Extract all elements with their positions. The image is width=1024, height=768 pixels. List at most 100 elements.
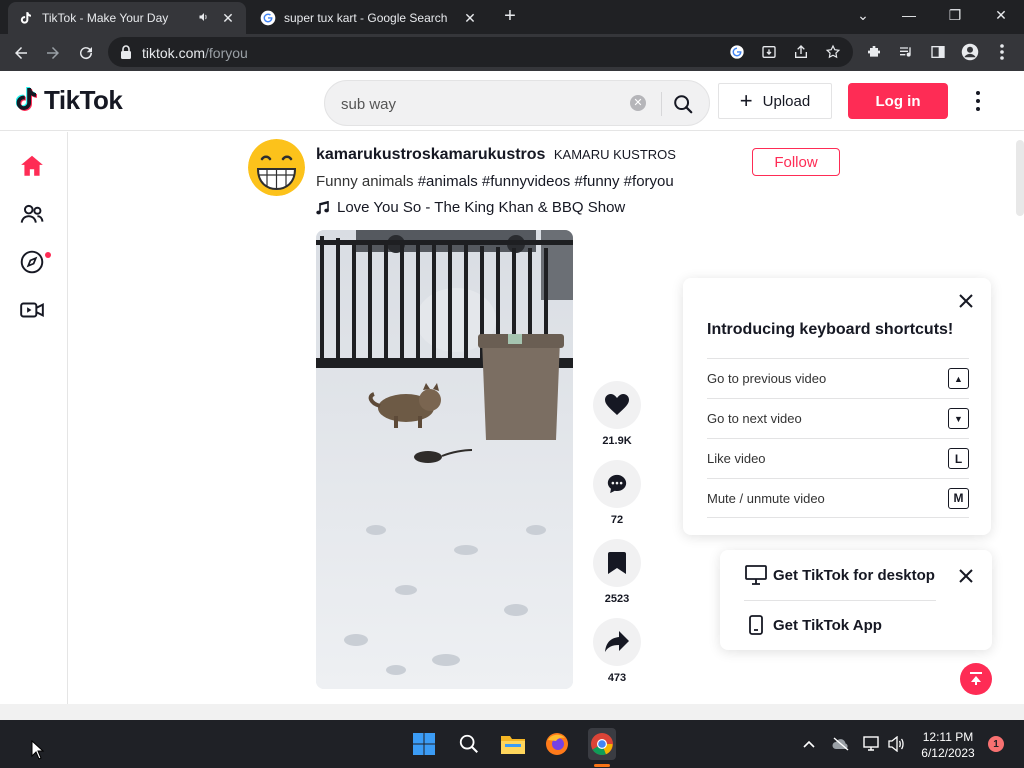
like-count: 21.9K bbox=[602, 435, 632, 447]
volume-icon[interactable] bbox=[886, 734, 906, 754]
save-action[interactable]: 2523 bbox=[593, 539, 641, 605]
tab-audio-icon[interactable] bbox=[198, 11, 210, 26]
firefox-icon[interactable] bbox=[543, 730, 571, 758]
notification-badge[interactable]: 1 bbox=[988, 736, 1004, 752]
tiktok-logo[interactable]: TikTok bbox=[16, 85, 123, 116]
username-link[interactable]: kamarukustroskamarukustros bbox=[316, 146, 545, 163]
home-icon[interactable] bbox=[18, 152, 46, 180]
caption-hashtags[interactable]: #animals #funnyvideos #funny #foryou bbox=[418, 173, 674, 190]
avatar[interactable] bbox=[248, 139, 305, 196]
search-divider bbox=[661, 92, 662, 116]
notification-dot bbox=[45, 252, 51, 258]
tab-google-search[interactable]: super tux kart - Google Search ✕ bbox=[250, 2, 488, 34]
share-icon[interactable] bbox=[792, 43, 810, 61]
tab-tiktok[interactable]: TikTok - Make Your Day ✕ bbox=[8, 2, 246, 34]
reload-icon[interactable] bbox=[73, 40, 99, 66]
shortcut-row: Mute / unmute video M bbox=[707, 478, 969, 518]
url-text: tiktok.com/foryou bbox=[142, 45, 248, 61]
forward-icon[interactable] bbox=[40, 40, 66, 66]
keyboard-shortcuts-popup: Introducing keyboard shortcuts! Go to pr… bbox=[683, 278, 991, 535]
tab-title: TikTok - Make Your Day bbox=[42, 11, 169, 25]
left-sidebar bbox=[0, 132, 68, 704]
divider bbox=[744, 600, 936, 601]
install-app-icon[interactable] bbox=[760, 43, 778, 61]
file-explorer-icon[interactable] bbox=[499, 730, 527, 758]
vertical-scrollbar[interactable] bbox=[1016, 140, 1024, 216]
google-favicon-icon bbox=[260, 10, 276, 26]
restore-button[interactable]: ❐ bbox=[932, 0, 978, 30]
clear-search-icon[interactable]: ✕ bbox=[630, 95, 646, 111]
show-hidden-icons-chevron-icon[interactable] bbox=[799, 734, 819, 754]
profile-icon[interactable] bbox=[960, 42, 980, 62]
arrow-up-icon bbox=[970, 672, 982, 685]
browser-menu-icon[interactable] bbox=[992, 42, 1012, 62]
like-action[interactable]: 21.9K bbox=[593, 381, 641, 447]
lock-icon[interactable] bbox=[120, 45, 132, 64]
more-options-icon[interactable] bbox=[968, 89, 988, 113]
shortcut-label: Go to previous video bbox=[707, 371, 827, 386]
close-icon[interactable] bbox=[957, 567, 975, 585]
shortcut-row: Like video L bbox=[707, 438, 969, 478]
horizontal-scrollbar[interactable] bbox=[0, 704, 1024, 720]
new-tab-button[interactable]: + bbox=[498, 4, 522, 28]
media-controls-icon[interactable] bbox=[896, 42, 916, 62]
close-window-button[interactable]: ✕ bbox=[978, 0, 1024, 30]
login-button[interactable]: Log in bbox=[848, 83, 948, 119]
get-desktop-link[interactable]: Get TikTok for desktop bbox=[744, 563, 935, 587]
phone-icon bbox=[744, 613, 768, 637]
plus-icon: + bbox=[739, 88, 753, 113]
chrome-icon[interactable] bbox=[588, 730, 616, 758]
tab-search-icon[interactable]: ⌄ bbox=[840, 0, 886, 30]
windows-start-icon[interactable] bbox=[410, 730, 438, 758]
video-player[interactable] bbox=[316, 230, 573, 689]
tiktok-wordmark: TikTok bbox=[44, 85, 123, 115]
shortcut-label: Go to next video bbox=[707, 411, 802, 426]
search-bar: ✕ bbox=[324, 80, 710, 126]
address-bar[interactable]: tiktok.com/foryou bbox=[108, 37, 853, 67]
caption-text: Funny animals bbox=[316, 173, 414, 190]
google-lens-icon[interactable] bbox=[728, 43, 746, 61]
system-clock[interactable]: 12:11 PM 6/12/2023 bbox=[916, 729, 980, 761]
side-panel-icon[interactable] bbox=[928, 42, 948, 62]
share-action[interactable]: 473 bbox=[593, 618, 641, 684]
shortcut-key: M bbox=[948, 487, 969, 509]
onedrive-offline-icon[interactable] bbox=[831, 734, 851, 754]
music-title: Love You So - The King Khan & BBQ Show bbox=[337, 199, 626, 216]
tab-title: super tux kart - Google Search bbox=[284, 11, 448, 25]
bookmark-icon[interactable] bbox=[593, 539, 641, 587]
live-video-icon[interactable] bbox=[18, 296, 46, 324]
get-app-panel: Get TikTok for desktop Get TikTok App bbox=[720, 550, 992, 650]
clock-date: 6/12/2023 bbox=[921, 746, 975, 760]
search-input[interactable] bbox=[341, 93, 611, 115]
scroll-to-top-button[interactable] bbox=[960, 663, 992, 695]
desktop-monitor-icon bbox=[744, 563, 768, 587]
tab-close-icon[interactable]: ✕ bbox=[220, 10, 236, 27]
taskbar-search-icon[interactable] bbox=[455, 730, 483, 758]
extensions-icon[interactable] bbox=[864, 42, 884, 62]
save-count: 2523 bbox=[604, 593, 630, 605]
minimize-button[interactable]: — bbox=[886, 0, 932, 30]
music-note-icon bbox=[316, 200, 330, 216]
follow-button[interactable]: Follow bbox=[752, 148, 840, 176]
get-app-link[interactable]: Get TikTok App bbox=[744, 613, 882, 637]
bookmark-star-icon[interactable] bbox=[824, 43, 842, 61]
explore-compass-icon[interactable] bbox=[18, 248, 46, 276]
share-arrow-icon[interactable] bbox=[593, 618, 641, 666]
following-icon[interactable] bbox=[18, 200, 46, 228]
heart-icon[interactable] bbox=[593, 381, 641, 429]
mouse-cursor-icon bbox=[31, 739, 45, 765]
upload-button[interactable]: + Upload bbox=[718, 83, 832, 119]
browser-tab-strip: TikTok - Make Your Day ✕ super tux kart … bbox=[0, 0, 1024, 34]
back-icon[interactable] bbox=[8, 40, 34, 66]
search-icon[interactable] bbox=[669, 91, 697, 117]
close-icon[interactable] bbox=[957, 292, 975, 310]
shortcut-key: L bbox=[948, 448, 969, 469]
comment-icon[interactable] bbox=[593, 460, 641, 508]
shortcut-label: Mute / unmute video bbox=[707, 490, 825, 506]
tab-close-icon[interactable]: ✕ bbox=[462, 10, 478, 27]
network-icon[interactable] bbox=[862, 734, 882, 754]
nickname: KAMARU KUSTROS bbox=[553, 147, 676, 162]
share-count: 473 bbox=[607, 672, 627, 684]
comment-action[interactable]: 72 bbox=[593, 460, 641, 526]
music-link[interactable]: Love You So - The King Khan & BBQ Show bbox=[316, 199, 625, 216]
